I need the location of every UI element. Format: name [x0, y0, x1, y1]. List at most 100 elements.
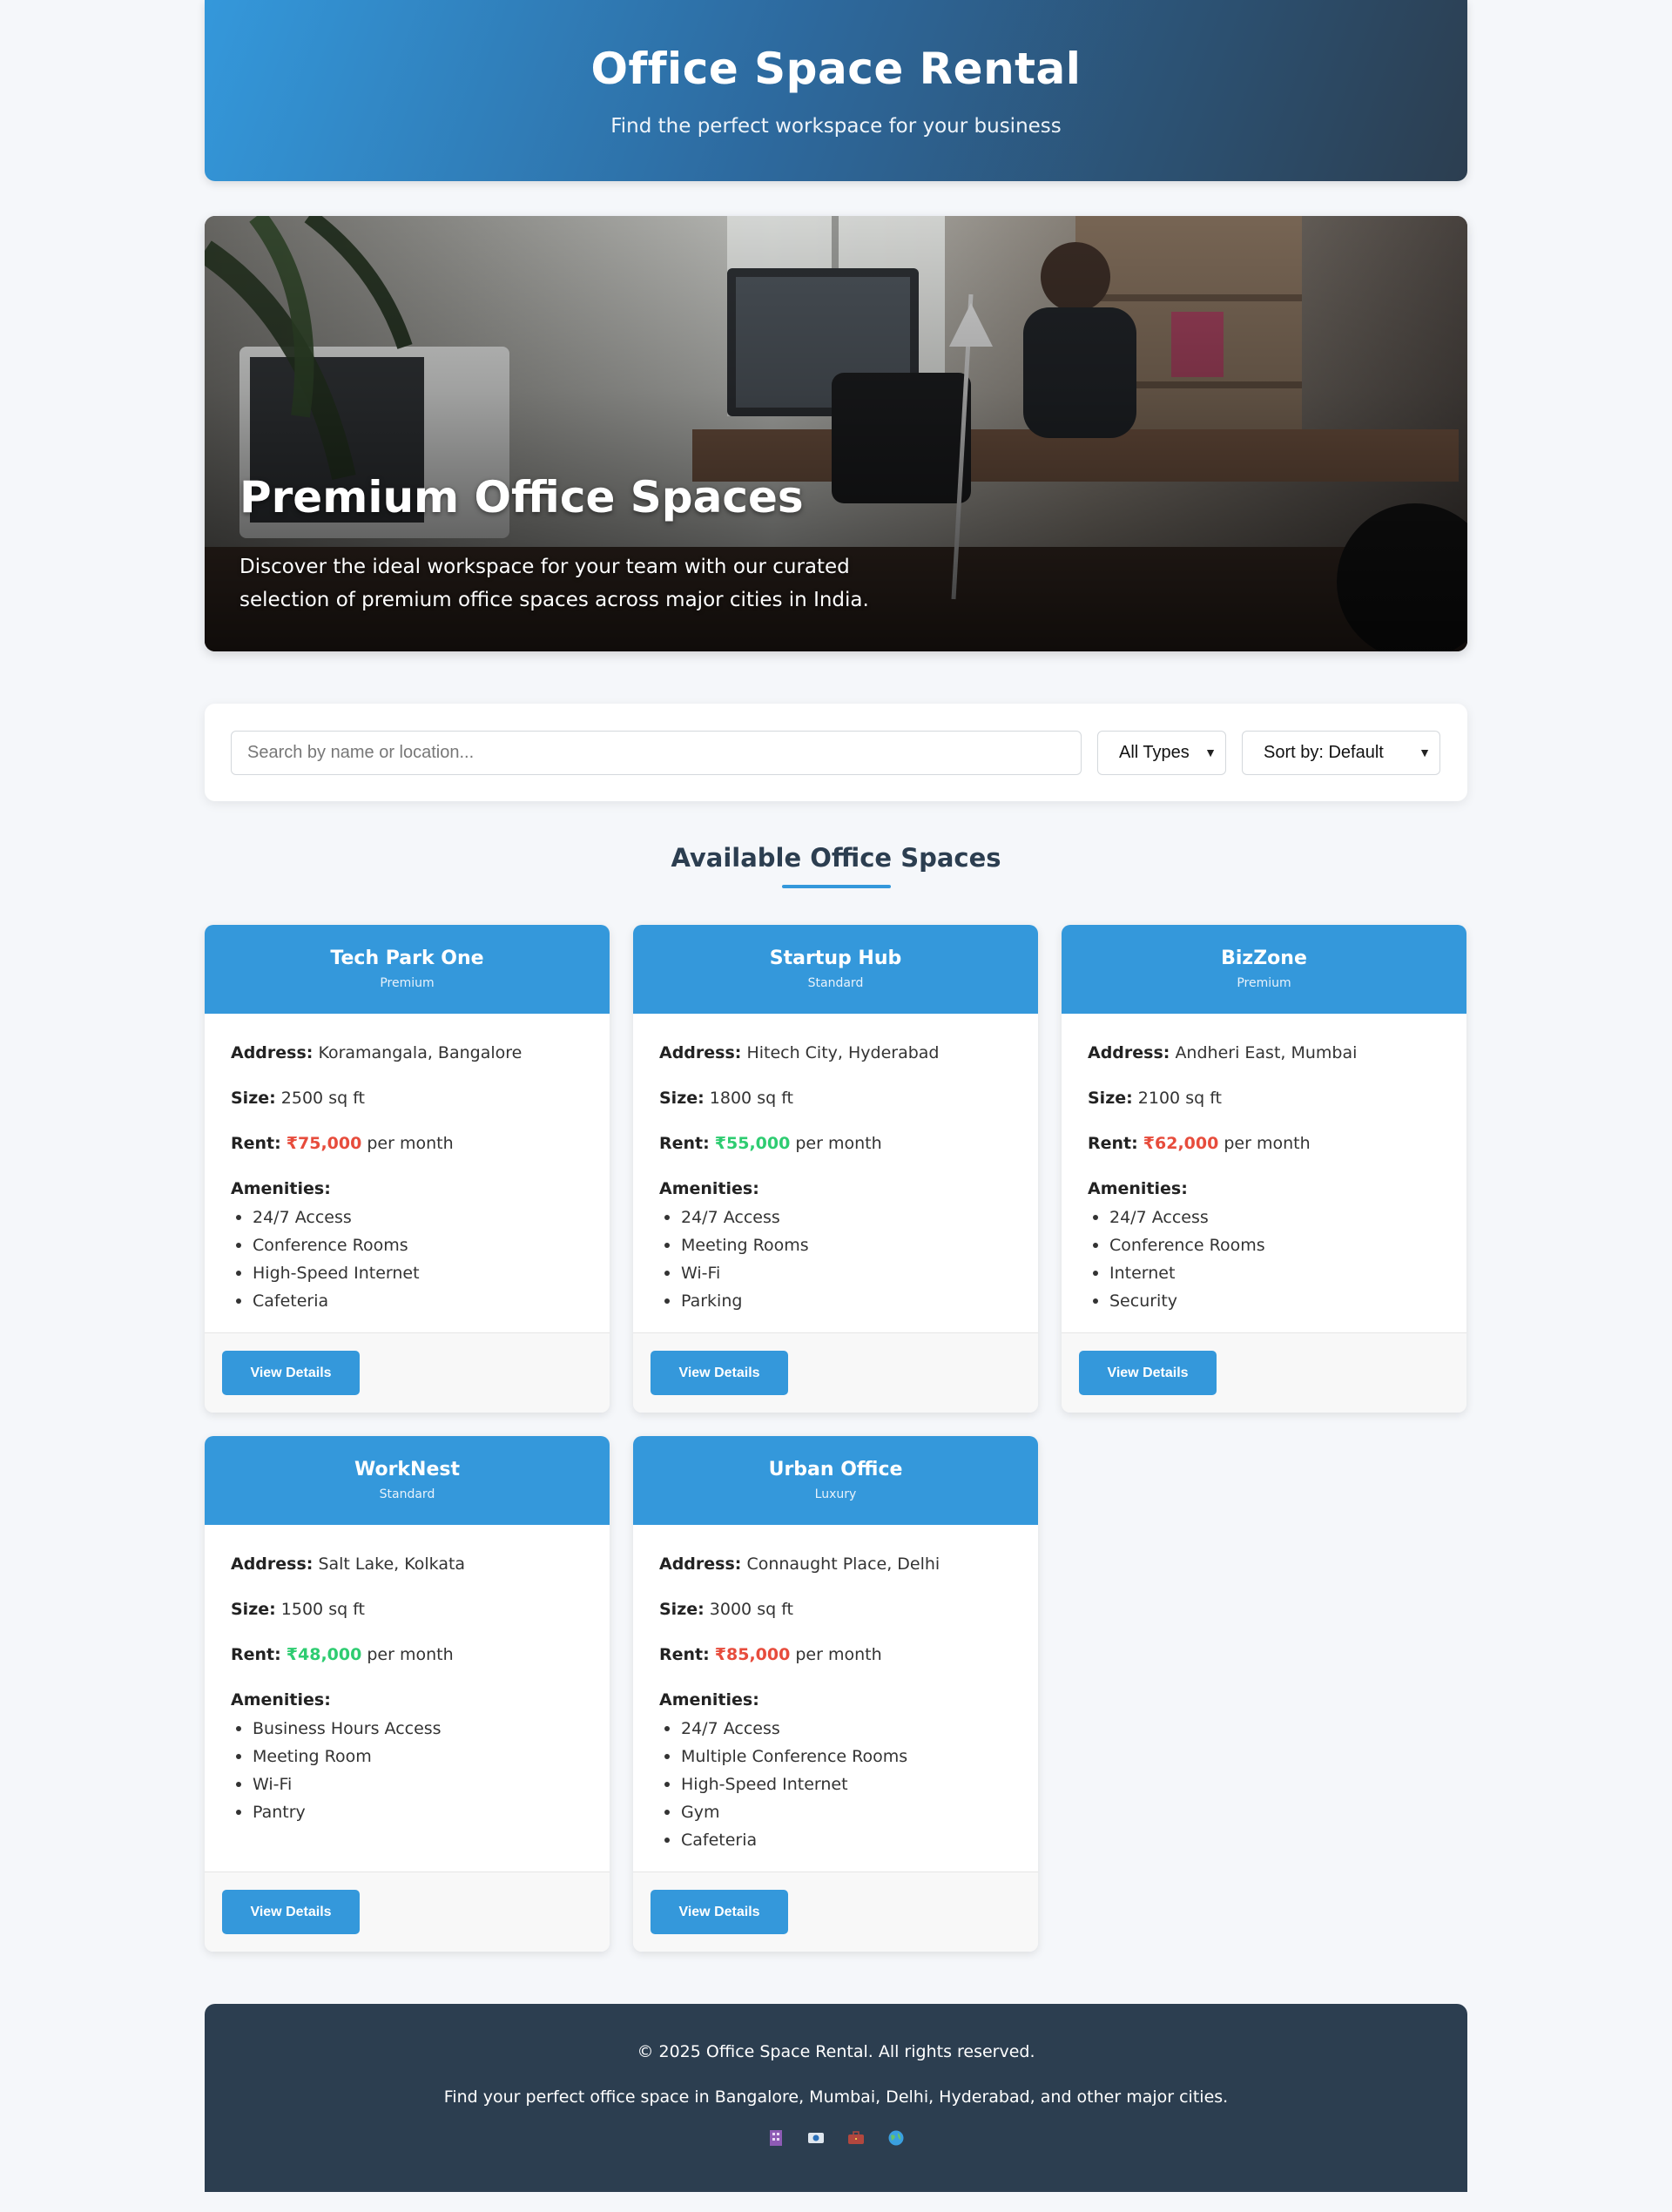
- amenities-label: Amenities:: [231, 1690, 331, 1710]
- rent-period: per month: [1224, 1134, 1311, 1153]
- amenity-item: Conference Rooms: [1088, 1231, 1440, 1259]
- rent-row: Rent: ₹75,000 per month: [231, 1134, 583, 1179]
- card-footer: View Details: [205, 1332, 610, 1413]
- amenity-item: 24/7 Access: [231, 1204, 583, 1231]
- address-value: Koramangala, Bangalore: [318, 1043, 522, 1062]
- rent-row: Rent: ₹48,000 per month: [231, 1645, 583, 1690]
- size-value: 1500 sq ft: [280, 1600, 365, 1619]
- address-label: Address:: [231, 1043, 314, 1062]
- sort-value: Sort by: Default: [1264, 742, 1384, 762]
- briefcase-icon[interactable]: [847, 2129, 865, 2147]
- rent-label: Rent:: [231, 1645, 281, 1664]
- view-details-button[interactable]: View Details: [222, 1890, 360, 1934]
- address-value: Salt Lake, Kolkata: [318, 1554, 466, 1574]
- rent-period: per month: [367, 1645, 454, 1664]
- hero-text: Premium Office Spaces Discover the ideal…: [239, 472, 919, 617]
- amenities-label: Amenities:: [231, 1179, 331, 1198]
- site-header: Office Space Rental Find the perfect wor…: [205, 0, 1467, 181]
- view-details-button[interactable]: View Details: [651, 1890, 788, 1934]
- amenities-list: 24/7 Access Conference Rooms High-Speed In…: [231, 1204, 583, 1315]
- listing-card: WorkNest Standard Address: Salt Lake, Ko…: [205, 1436, 610, 1952]
- amenity-item: Meeting Rooms: [659, 1231, 1012, 1259]
- card-body: Address: Connaught Place, Delhi Size: 30…: [633, 1525, 1038, 1871]
- page-title: Office Space Rental: [590, 44, 1082, 94]
- amenities-label: Amenities:: [659, 1179, 759, 1198]
- amenities-label: Amenities:: [659, 1690, 759, 1710]
- rent-value: ₹75,000: [286, 1134, 362, 1153]
- building-icon[interactable]: [767, 2129, 785, 2147]
- amenity-item: Parking: [659, 1287, 1012, 1315]
- card-body: Address: Andheri East, Mumbai Size: 2100…: [1062, 1014, 1466, 1332]
- sort-select[interactable]: Sort by: Default ▼: [1242, 730, 1440, 775]
- rent-label: Rent:: [659, 1645, 710, 1664]
- address-row: Address: Andheri East, Mumbai: [1088, 1043, 1440, 1089]
- listing-name: WorkNest: [354, 1459, 461, 1480]
- hero-description: Discover the ideal workspace for your te…: [239, 556, 869, 611]
- size-value: 2100 sq ft: [1137, 1089, 1222, 1108]
- address-label: Address:: [1088, 1043, 1170, 1062]
- amenity-item: High-Speed Internet: [231, 1259, 583, 1287]
- amenities-list: 24/7 Access Conference Rooms Internet Secur…: [1088, 1204, 1440, 1315]
- rent-value: ₹85,000: [714, 1645, 791, 1664]
- amenity-item: Conference Rooms: [231, 1231, 583, 1259]
- size-label: Size:: [231, 1089, 276, 1108]
- size-row: Size: 1800 sq ft: [659, 1089, 1012, 1134]
- card-header: BizZone Premium: [1062, 925, 1466, 1014]
- id-card-icon[interactable]: [807, 2129, 825, 2147]
- address-value: Andheri East, Mumbai: [1175, 1043, 1358, 1062]
- card-header: WorkNest Standard: [205, 1436, 610, 1525]
- type-filter-select[interactable]: All Types ▼: [1097, 730, 1226, 775]
- card-footer: View Details: [1062, 1332, 1466, 1413]
- amenity-item: Gym: [659, 1798, 1012, 1826]
- view-details-button[interactable]: View Details: [1079, 1351, 1217, 1395]
- listing-type: Standard: [379, 1487, 435, 1501]
- listing-grid: Tech Park One Premium Address: Koramanga…: [205, 925, 1467, 1952]
- rent-row: Rent: ₹85,000 per month: [659, 1645, 1012, 1690]
- amenities-list: 24/7 Access Meeting Rooms Wi-Fi Parking: [659, 1204, 1012, 1315]
- listing-name: Urban Office: [768, 1459, 903, 1480]
- size-row: Size: 1500 sq ft: [231, 1600, 583, 1645]
- amenity-item: 24/7 Access: [1088, 1204, 1440, 1231]
- globe-icon[interactable]: [887, 2129, 905, 2147]
- amenity-item: Wi-Fi: [659, 1259, 1012, 1287]
- page-subtitle: Find the perfect workspace for your busi…: [610, 115, 1062, 138]
- view-details-button[interactable]: View Details: [222, 1351, 360, 1395]
- listing-name: BizZone: [1221, 948, 1307, 969]
- footer-copyright: © 2025 Office Space Rental. All rights r…: [637, 2042, 1035, 2061]
- footer-tagline: Find your perfect office space in Bangal…: [443, 2087, 1229, 2107]
- hero-banner: Premium Office Spaces Discover the ideal…: [205, 216, 1467, 651]
- card-footer: View Details: [633, 1332, 1038, 1413]
- card-footer: View Details: [205, 1871, 610, 1952]
- search-input[interactable]: [231, 730, 1082, 775]
- size-row: Size: 3000 sq ft: [659, 1600, 1012, 1645]
- rent-period: per month: [795, 1645, 882, 1664]
- address-value: Connaught Place, Delhi: [746, 1554, 940, 1574]
- title-underline: [781, 885, 891, 888]
- rent-period: per month: [367, 1134, 454, 1153]
- size-label: Size:: [659, 1089, 705, 1108]
- address-label: Address:: [231, 1554, 314, 1574]
- chevron-down-icon: ▼: [1204, 745, 1217, 759]
- listing-card: Tech Park One Premium Address: Koramanga…: [205, 925, 610, 1413]
- address-row: Address: Hitech City, Hyderabad: [659, 1043, 1012, 1089]
- view-details-button[interactable]: View Details: [651, 1351, 788, 1395]
- card-footer: View Details: [633, 1871, 1038, 1952]
- amenity-item: 24/7 Access: [659, 1715, 1012, 1743]
- address-label: Address:: [659, 1043, 742, 1062]
- amenities-list: Business Hours Access Meeting Room Wi-Fi Pa…: [231, 1715, 583, 1826]
- address-row: Address: Connaught Place, Delhi: [659, 1554, 1012, 1600]
- card-body: Address: Hitech City, Hyderabad Size: 18…: [633, 1014, 1038, 1332]
- listing-name: Startup Hub: [769, 948, 902, 969]
- card-header: Startup Hub Standard: [633, 925, 1038, 1014]
- amenities-label: Amenities:: [1088, 1179, 1188, 1198]
- size-row: Size: 2500 sq ft: [231, 1089, 583, 1134]
- listing-card: Urban Office Luxury Address: Connaught P…: [633, 1436, 1038, 1952]
- chevron-down-icon: ▼: [1419, 745, 1431, 759]
- rent-period: per month: [795, 1134, 882, 1153]
- section-title: Available Office Spaces: [671, 843, 1001, 873]
- size-label: Size:: [659, 1600, 705, 1619]
- amenity-item: 24/7 Access: [659, 1204, 1012, 1231]
- rent-row: Rent: ₹62,000 per month: [1088, 1134, 1440, 1179]
- size-value: 3000 sq ft: [709, 1600, 793, 1619]
- address-label: Address:: [659, 1554, 742, 1574]
